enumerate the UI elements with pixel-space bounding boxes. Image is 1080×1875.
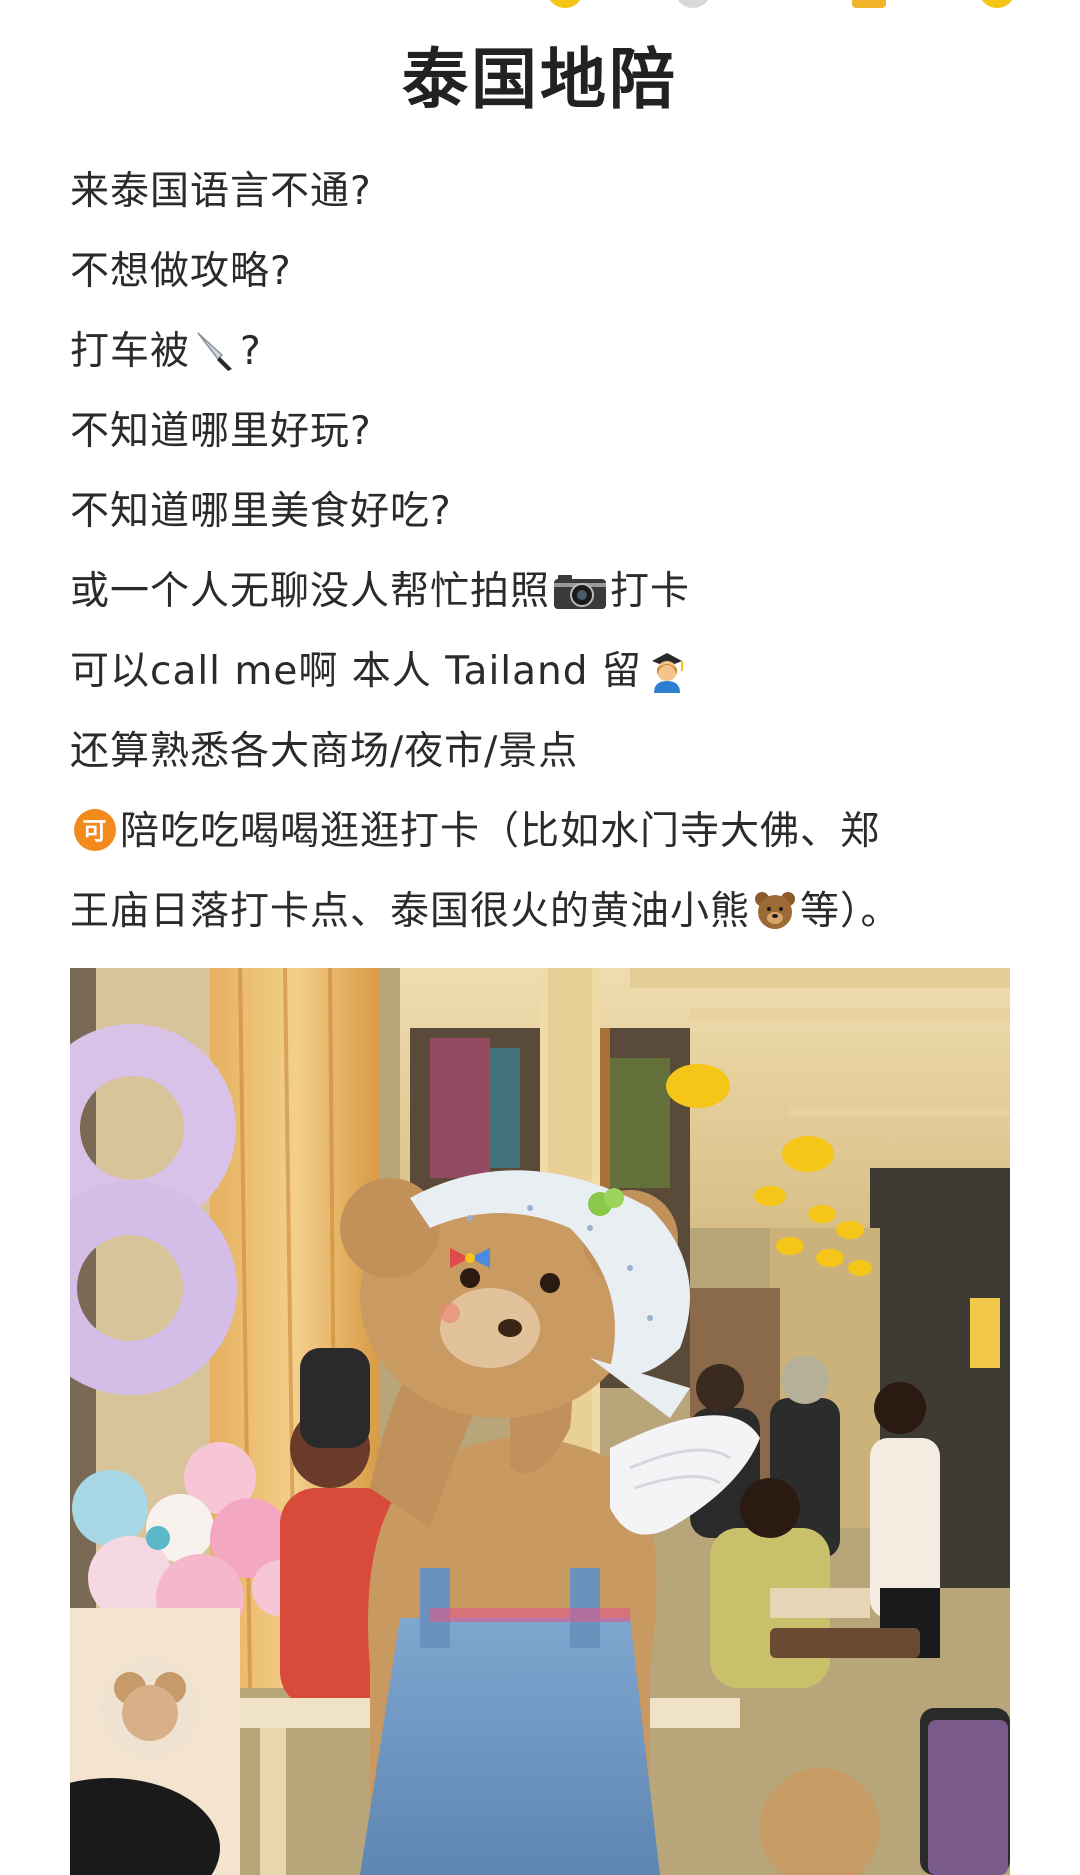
body-line: 或一个人无聊没人帮忙拍照 打卡 bbox=[70, 552, 1030, 632]
body-line: 来泰国语言不通? bbox=[70, 169, 372, 214]
knife-icon bbox=[192, 327, 238, 373]
post-body: 来泰国语言不通? 不想做攻略? 打车被 ? 不知道哪里好玩? 不知道哪里美食好吃… bbox=[70, 152, 1030, 952]
body-line: 可以call me啊 本人 Tailand 留 bbox=[70, 632, 1030, 712]
ke-badge-icon: 可 bbox=[72, 807, 118, 853]
post-photo[interactable] bbox=[70, 968, 1010, 1875]
svg-text:可: 可 bbox=[83, 817, 108, 845]
emoji-icon bbox=[676, 0, 710, 8]
body-line: 可 陪吃吃喝喝逛逛打卡（比如水门寺大佛、郑 bbox=[70, 792, 1030, 872]
body-line: 不知道哪里美食好吃? bbox=[70, 489, 452, 534]
body-line: 还算熟悉各大商场/夜市/景点 bbox=[70, 729, 579, 774]
emoji-icon bbox=[548, 0, 582, 8]
body-line: 打车被 ? bbox=[70, 312, 1030, 392]
post-title: 泰国地陪 bbox=[402, 41, 678, 118]
top-emoji-strip bbox=[0, 0, 1080, 8]
bear-mascot-photo bbox=[70, 968, 1010, 1875]
bear-face-icon bbox=[752, 887, 798, 933]
emoji-icon bbox=[852, 0, 886, 8]
camera-icon bbox=[552, 567, 608, 613]
emoji-icon bbox=[980, 0, 1014, 8]
student-icon bbox=[644, 647, 690, 693]
body-line: 不想做攻略? bbox=[70, 249, 292, 294]
body-line: 不知道哪里好玩? bbox=[70, 409, 372, 454]
body-line: 王庙日落打卡点、泰国很火的黄油小熊 等）。 bbox=[70, 872, 1030, 952]
